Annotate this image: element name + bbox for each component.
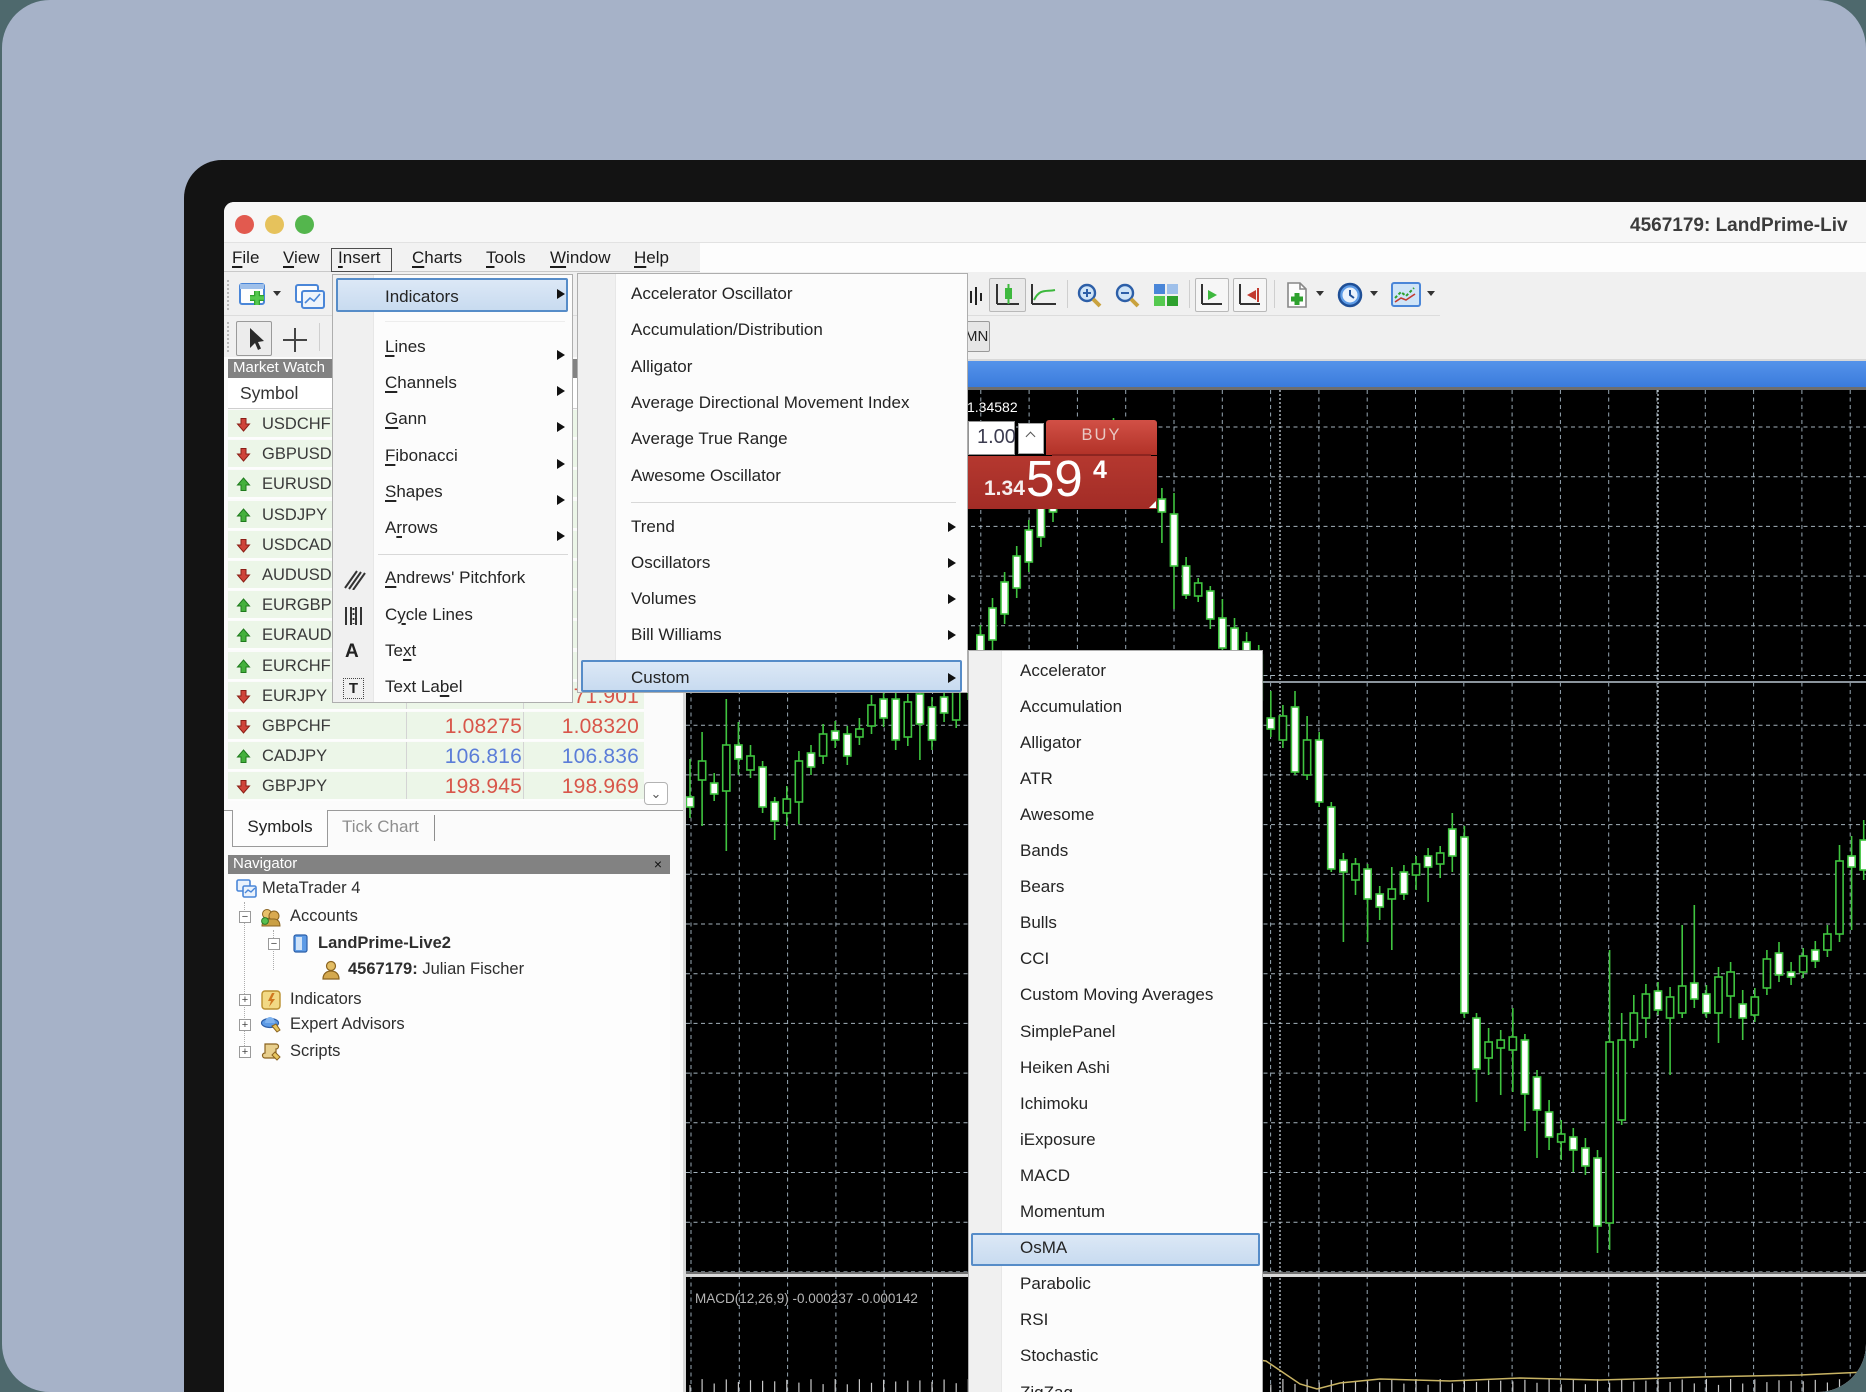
svg-text:MACD(12,26,9) -0.000237 -0.000: MACD(12,26,9) -0.000237 -0.000142 [695,1291,918,1306]
svg-text:1.34582: 1.34582 [967,399,1018,415]
